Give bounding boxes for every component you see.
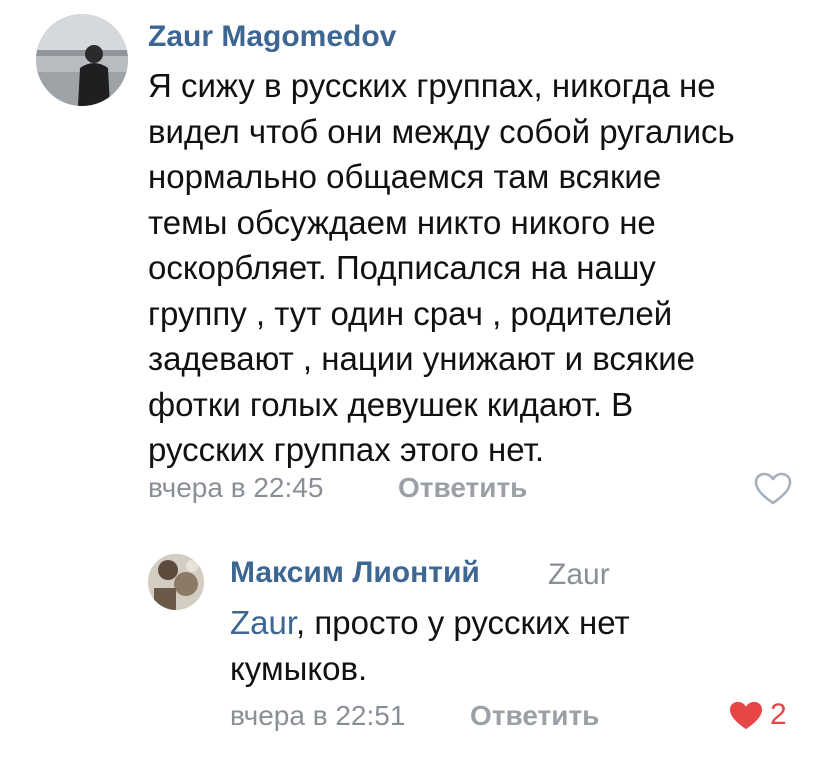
reply-button[interactable]: Ответить: [398, 472, 527, 504]
reply-to-label[interactable]: Zaur: [548, 558, 610, 592]
reply-text-line: Zaur, просто у русских нет: [230, 600, 790, 646]
avatar[interactable]: [36, 14, 128, 106]
reply-text: Zaur, просто у русских нет кумыков.: [230, 600, 790, 691]
like-count: 2: [770, 698, 787, 731]
comment-text-line: задевают , нации унижают и всякие: [148, 340, 696, 377]
reply-button[interactable]: Ответить: [470, 700, 599, 732]
reply-text-fragment: , просто у русских нет: [296, 604, 630, 641]
avatar-photo: [148, 554, 204, 610]
comment-text-line: оскорбляет. Подписался на нашу: [148, 249, 656, 286]
reply-text-line: кумыков.: [230, 649, 368, 687]
comment-author[interactable]: Zaur Magomedov: [148, 20, 396, 54]
avatar-photo: [36, 14, 128, 106]
comment-text-line: Я сижу в русских группах, никогда не: [148, 67, 716, 104]
reply-author[interactable]: Максим Лионтий: [230, 556, 480, 590]
comment-text: Я сижу в русских группах, никогда не вид…: [148, 63, 798, 473]
heart-outline-icon[interactable]: [754, 472, 792, 506]
comment-text-line: русских группах этого нет.: [148, 431, 545, 468]
comment-timestamp[interactable]: вчера в 22:45: [148, 472, 323, 504]
comment-text-line: фотки голых девушек кидают. В: [148, 385, 634, 423]
comment-text-line: группу , тут один срач , родителей: [148, 294, 673, 332]
comment-text-line: темы обсуждаем никто никого не: [148, 203, 656, 241]
heart-filled-icon[interactable]: [728, 700, 764, 732]
comment-text-line: нормально общаемся там всякие: [148, 158, 662, 195]
comment-text-line: видел чтоб они между собой ругались: [148, 112, 735, 150]
reply-avatar[interactable]: [148, 554, 204, 610]
mention-link[interactable]: Zaur: [230, 604, 296, 641]
reply-timestamp[interactable]: вчера в 22:51: [230, 700, 405, 732]
